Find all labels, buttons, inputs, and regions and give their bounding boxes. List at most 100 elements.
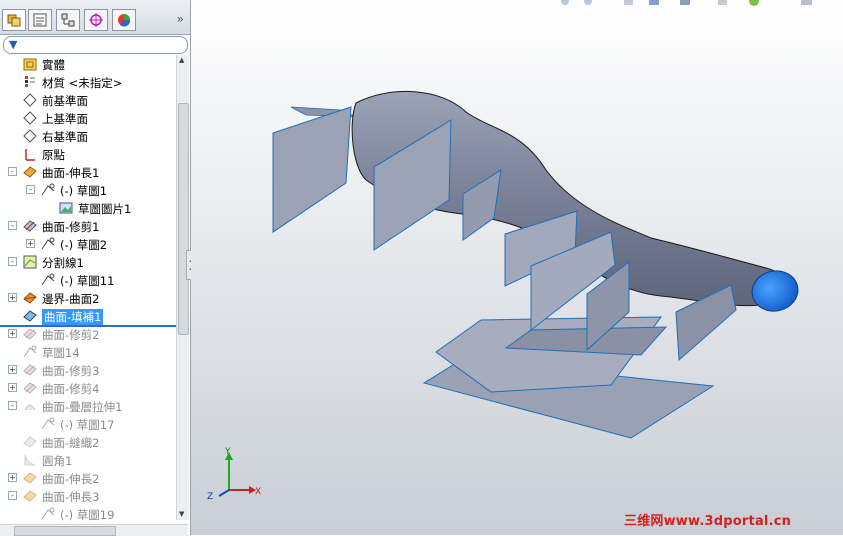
plane-icon xyxy=(23,111,37,125)
tree-item[interactable]: 草圖14 xyxy=(0,343,176,361)
watermark-text: 三维网www.3dportal.cn xyxy=(624,514,792,529)
tree-item-label: 曲面-修剪2 xyxy=(42,328,100,342)
tree-item[interactable]: + 曲面-伸長2 xyxy=(0,469,176,487)
x-axis-label: X xyxy=(255,487,261,497)
tree-item[interactable]: (-) 草圖19 xyxy=(0,505,176,523)
sketch-icon xyxy=(41,183,55,196)
scroll-thumb[interactable] xyxy=(178,103,189,335)
tree-item[interactable]: + 邊界-曲面2 xyxy=(0,289,176,307)
surface-trim-icon xyxy=(23,382,37,394)
featuremanager-tab[interactable] xyxy=(2,9,26,31)
collapse-panel-icon[interactable]: » xyxy=(177,12,184,26)
tree-item[interactable]: - 曲面-修剪1 xyxy=(0,217,176,235)
tree-horizontal-scrollbar[interactable] xyxy=(0,524,188,536)
sketch-picture-icon xyxy=(59,202,73,214)
graphics-viewport[interactable]: Y X Z xyxy=(191,0,843,535)
boundary-surface-icon xyxy=(23,292,37,304)
tree-item[interactable]: 上基準面 xyxy=(0,109,176,127)
tree-item[interactable]: (-) 草圖17 xyxy=(0,415,176,433)
section-view-icon[interactable] xyxy=(649,0,659,5)
expand-icon[interactable]: + xyxy=(8,293,17,302)
tree-item[interactable]: 實體 xyxy=(0,55,176,73)
configurationmanager-tab[interactable] xyxy=(56,9,80,31)
collapse-icon[interactable]: - xyxy=(8,167,17,176)
display-style-icon[interactable] xyxy=(680,0,690,5)
surface-loft-icon xyxy=(24,404,36,411)
viewport-canvas[interactable]: Y X Z xyxy=(191,0,843,535)
dimxpert-tab[interactable] xyxy=(84,9,108,31)
tree-item[interactable]: + 曲面-修剪4 xyxy=(0,379,176,397)
surface-extrude-icon xyxy=(23,166,37,178)
sketch-icon xyxy=(41,417,55,430)
tree-item-label: 曲面-縫織2 xyxy=(42,436,100,450)
tree-item[interactable]: - 曲面-疊層拉伸1 xyxy=(0,397,176,415)
scroll-down-icon[interactable]: ▼ xyxy=(179,510,184,518)
tree-item-label: 邊界-曲面2 xyxy=(42,292,100,306)
propertymanager-tab[interactable] xyxy=(28,9,52,31)
tree-item[interactable]: 曲面-填補1 xyxy=(0,307,176,325)
tree-vertical-scrollbar[interactable]: ▲ ▼ xyxy=(176,55,189,520)
tree-item-label: (-) 草圖19 xyxy=(60,508,115,522)
sketch-icon xyxy=(41,507,55,520)
sketch-icon xyxy=(23,345,37,358)
expand-icon[interactable]: + xyxy=(8,329,17,338)
tree-item[interactable]: 前基準面 xyxy=(0,91,176,109)
tree-item[interactable]: - 分割線1 xyxy=(0,253,176,271)
tree-item-label: 上基準面 xyxy=(42,112,88,126)
tree-item[interactable]: (-) 草圖11 xyxy=(0,271,176,289)
tree-item[interactable]: + (-) 草圖2 xyxy=(0,235,176,253)
sketch-icon xyxy=(41,237,55,250)
expand-icon[interactable]: + xyxy=(8,365,17,374)
collapse-icon[interactable]: - xyxy=(8,221,17,230)
collapse-icon[interactable]: - xyxy=(8,401,17,410)
tree-item-label: 曲面-修剪4 xyxy=(42,382,100,396)
tree-item[interactable]: 材質 <未指定> xyxy=(0,73,176,91)
tree-item[interactable]: - 曲面-伸長3 xyxy=(0,487,176,505)
fillet-icon xyxy=(24,454,36,466)
tree-item[interactable]: 草圖圖片1 xyxy=(0,199,176,217)
display-manager-tab[interactable] xyxy=(112,9,136,31)
collapse-icon[interactable]: - xyxy=(8,491,17,500)
manager-tabs: » xyxy=(0,0,190,35)
expand-icon[interactable]: + xyxy=(8,473,17,482)
solid-body-folder-icon xyxy=(23,58,37,71)
surface-trim-icon xyxy=(23,220,37,232)
tree-item-label: 曲面-修剪1 xyxy=(42,220,100,234)
tree-item[interactable]: 曲面-縫織2 xyxy=(0,433,176,451)
sketch-icon xyxy=(41,273,55,286)
tree-item[interactable]: 右基準面 xyxy=(0,127,176,145)
rollback-bar[interactable] xyxy=(0,325,176,327)
view-orientation-icon[interactable] xyxy=(624,0,633,5)
tree-item-label: 曲面-填補1 xyxy=(42,309,104,325)
tree-item-label: 曲面-伸長2 xyxy=(42,472,100,486)
y-axis-label: Y xyxy=(224,447,231,457)
hide-show-icon[interactable] xyxy=(718,0,727,5)
tree-item[interactable]: - (-) 草圖1 xyxy=(0,181,176,199)
propertymanager-tab-icon xyxy=(33,13,47,27)
scene-icon[interactable] xyxy=(801,0,812,5)
scroll-up-icon[interactable]: ▲ xyxy=(179,56,184,64)
tree-item-label: 曲面-伸長3 xyxy=(42,490,100,504)
tree-item-label: (-) 草圖2 xyxy=(60,238,108,252)
display-manager-tab-icon xyxy=(118,14,131,27)
split-line-icon xyxy=(23,255,37,269)
collapse-icon[interactable]: - xyxy=(8,257,17,266)
surface-trim-icon xyxy=(23,328,37,340)
tree-item[interactable]: 原點 xyxy=(0,145,176,163)
tree-item[interactable]: 圓角1 xyxy=(0,451,176,469)
expand-icon[interactable]: + xyxy=(8,383,17,392)
tree-item-label: 草圖14 xyxy=(42,346,80,360)
expand-icon[interactable]: + xyxy=(26,239,35,248)
filter-icon: ▼ xyxy=(9,38,18,51)
plane-icon xyxy=(23,93,37,107)
tree-item-label: (-) 草圖17 xyxy=(60,418,115,432)
tree-item[interactable]: - 曲面-伸長1 xyxy=(0,163,176,181)
tree-item[interactable]: + 曲面-修剪2 xyxy=(0,325,176,343)
tree-filter-input[interactable]: ▼ xyxy=(3,36,188,54)
collapse-icon[interactable]: - xyxy=(26,185,35,194)
surface-extrude-icon xyxy=(23,472,37,484)
tree-item-label: 曲面-疊層拉伸1 xyxy=(42,400,123,414)
tree-item-label: (-) 草圖1 xyxy=(60,184,108,198)
surface-knit-icon xyxy=(23,436,37,448)
tree-item[interactable]: + 曲面-修剪3 xyxy=(0,361,176,379)
